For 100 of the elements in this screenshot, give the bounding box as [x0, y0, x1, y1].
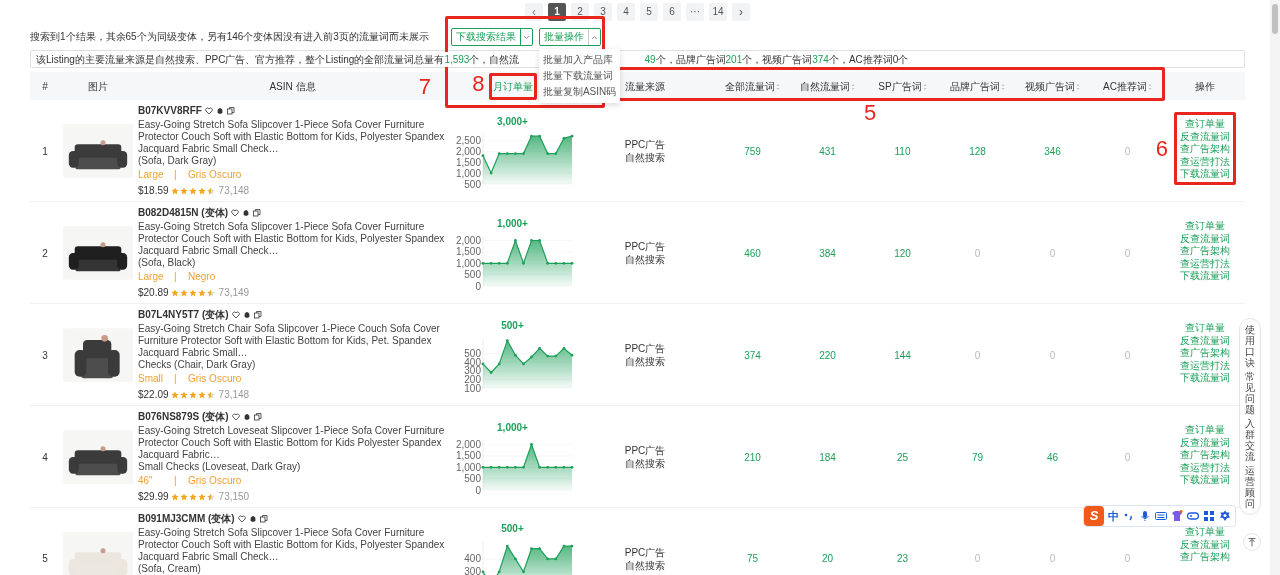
- copy-icon[interactable]: [259, 514, 268, 523]
- review-count: 73,148: [218, 388, 250, 402]
- page-button[interactable]: 6: [663, 3, 681, 21]
- heart-icon[interactable]: [237, 514, 246, 523]
- shirt-icon[interactable]: [1171, 510, 1183, 522]
- column-header[interactable]: 全部流量词: [725, 80, 780, 92]
- review-count: 73,149: [218, 286, 250, 300]
- action-link[interactable]: 查订单量: [1185, 322, 1225, 335]
- copy-icon[interactable]: [253, 310, 262, 319]
- action-link[interactable]: 查运营打法: [1180, 461, 1230, 474]
- heart-icon[interactable]: [204, 106, 213, 115]
- tick-label: 500: [463, 178, 481, 189]
- action-link[interactable]: 查订单量: [1185, 424, 1225, 437]
- page-arrow-button[interactable]: ›: [732, 3, 750, 21]
- product-title[interactable]: Easy-Going Stretch Sofa Slipcover 1-Piece Sofa Cover Furniture Protector Couch Soft with Elastic Bottom for Kids, Polyester Spandex Jacquard Fabric Small Check…: [138, 221, 446, 257]
- action-link[interactable]: 查运营打法: [1180, 155, 1230, 168]
- side-panel-link[interactable]: 入群交流: [1245, 418, 1255, 462]
- data-point: [521, 261, 525, 265]
- copy-icon[interactable]: [253, 208, 262, 217]
- tick-label: 100: [463, 382, 481, 393]
- product-title[interactable]: Easy-Going Stretch Loveseat Slipcover 1-Piece Sofa Cover Furniture Protector Couch Soft with Elastic Bottom for Kids Polyester Spandex Jacquard Fabric…: [138, 425, 446, 461]
- page-button[interactable]: 3: [594, 3, 612, 21]
- keyboard-icon[interactable]: [1155, 510, 1167, 522]
- action-link[interactable]: 查运营打法: [1180, 257, 1230, 270]
- tick-label: 2,000: [455, 438, 481, 450]
- page-button[interactable]: 4: [617, 3, 635, 21]
- action-link[interactable]: 查广告架构: [1180, 449, 1230, 462]
- product-title[interactable]: Easy-Going Stretch Sofa Slipcover 1-Piece Sofa Cover Furniture Protector Couch Soft with Elastic Bottom for Kids, Polyester Spandex Jacquard Fabric Small Check…: [138, 119, 446, 155]
- traffic-source: PPC广告: [623, 138, 667, 151]
- action-link[interactable]: 反查流量词: [1180, 538, 1230, 551]
- product-title[interactable]: Easy-Going Stretch Sofa Slipcover 1-Piece Sofa Cover Furniture Protector Couch Soft with Elastic Bottom for Kids, Polyester Spandex Jacquard Fabric Small Check…: [138, 527, 446, 563]
- ime-mode-toggle[interactable]: 中: [1108, 507, 1119, 525]
- tick-label: 300: [463, 566, 481, 575]
- heart-icon[interactable]: [231, 208, 240, 217]
- action-link[interactable]: 查订单量: [1185, 526, 1225, 539]
- action-link[interactable]: 查广告架构: [1180, 347, 1230, 360]
- tick-label: 400: [463, 553, 481, 565]
- review-count: 73,148: [218, 184, 250, 198]
- dropdown-button[interactable]: 批量操作: [538, 28, 601, 46]
- arrow-up-icon: [1248, 537, 1256, 547]
- page-button[interactable]: ···: [686, 3, 704, 21]
- side-panel-link[interactable]: 常见问题: [1245, 371, 1255, 415]
- action-link[interactable]: 查广告架构: [1180, 143, 1230, 156]
- heart-icon[interactable]: [231, 310, 240, 319]
- tick-label: 2,500: [455, 134, 481, 146]
- action-link[interactable]: 下载流量词: [1180, 168, 1230, 181]
- product-title[interactable]: Easy-Going Stretch Chair Sofa Slipcover 1-Piece Couch Sofa Cover Furniture Protector Soft with Elastic Bottom for Kids, Pet. Spandex Jacquard Fabric Small…: [138, 323, 446, 359]
- action-link[interactable]: 查广告架构: [1180, 551, 1230, 564]
- column-header: 操作: [1195, 80, 1215, 92]
- settings-icon[interactable]: [1219, 510, 1231, 522]
- tick-label: 1,500: [455, 245, 481, 257]
- column-header[interactable]: 视频广告词: [1025, 80, 1080, 92]
- ime-logo[interactable]: S: [1084, 506, 1104, 526]
- data-point: [537, 134, 541, 138]
- data-point: [529, 134, 533, 138]
- star-icon: [188, 492, 197, 501]
- side-panel-link[interactable]: 使用口诀: [1245, 324, 1255, 368]
- gamepad-icon[interactable]: [1187, 510, 1199, 522]
- variant-color: Gris Oscuro: [188, 372, 242, 386]
- action-link[interactable]: 反查流量词: [1180, 436, 1230, 449]
- action-link[interactable]: 查订单量: [1185, 118, 1225, 131]
- action-link[interactable]: 反查流量词: [1180, 232, 1230, 245]
- page-button[interactable]: 14: [709, 3, 727, 21]
- action-link[interactable]: 反查流量词: [1180, 130, 1230, 143]
- menu-item[interactable]: 批量复制ASIN码: [538, 84, 621, 100]
- variant-color: Negro: [188, 270, 216, 284]
- grid-icon[interactable]: [1203, 510, 1215, 522]
- side-panel-link[interactable]: 运营顾问: [1245, 465, 1255, 509]
- variant-size: Small: [138, 373, 163, 384]
- scroll-thumb[interactable]: [1272, 4, 1278, 34]
- menu-item[interactable]: 批量加入产品库: [538, 52, 621, 68]
- data-point: [562, 261, 565, 265]
- copy-icon[interactable]: [226, 106, 235, 115]
- scrollbar[interactable]: [1270, 0, 1280, 575]
- action-link[interactable]: 反查流量词: [1180, 334, 1230, 347]
- heart-icon[interactable]: [231, 412, 240, 421]
- order-count: 500+: [501, 522, 524, 536]
- dropdown-button[interactable]: 下载搜索结果: [450, 28, 533, 46]
- action-link[interactable]: 下载流量词: [1180, 372, 1230, 385]
- action-link[interactable]: 查订单量: [1185, 220, 1225, 233]
- menu-item[interactable]: 批量下载流量词: [538, 68, 621, 84]
- column-header[interactable]: 品牌广告词: [950, 80, 1005, 92]
- page-button[interactable]: 5: [640, 3, 658, 21]
- column-header[interactable]: 自然流量词: [800, 80, 855, 92]
- microphone-icon[interactable]: [1139, 510, 1151, 522]
- data-point: [545, 261, 549, 265]
- annotation-label: 7: [418, 76, 431, 98]
- action-link[interactable]: 下载流量词: [1180, 270, 1230, 283]
- action-link[interactable]: 查运营打法: [1180, 359, 1230, 372]
- action-link[interactable]: 查广告架构: [1180, 245, 1230, 258]
- data-point: [537, 547, 541, 551]
- sort-icon: [922, 82, 927, 91]
- tick-label: 500: [463, 268, 481, 280]
- copy-icon[interactable]: [253, 412, 262, 421]
- column-header[interactable]: SP广告词: [878, 80, 927, 92]
- column-header[interactable]: AC推荐词: [1103, 80, 1152, 92]
- data-point: [505, 544, 509, 548]
- back-to-top-button[interactable]: [1243, 533, 1261, 551]
- action-link[interactable]: 下载流量词: [1180, 474, 1230, 487]
- star-icon: [179, 492, 188, 501]
